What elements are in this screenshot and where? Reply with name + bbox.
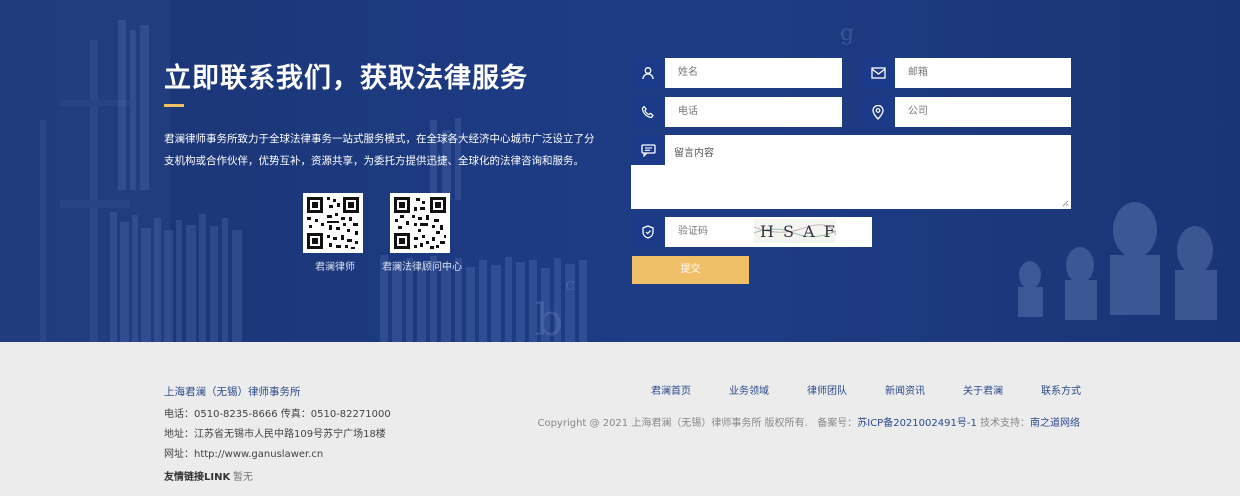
qr-code-legal-center (390, 193, 450, 253)
svg-text:g: g (840, 21, 854, 46)
footer-nav-contact[interactable]: 联系方式 (1041, 382, 1081, 397)
phone-icon (631, 97, 665, 127)
resize-handle-icon[interactable] (1062, 200, 1069, 207)
page-title: 立即联系我们，获取法律服务 (164, 63, 528, 94)
footer-website: 网址：http://www.ganuslawer.cn (164, 449, 324, 460)
shield-icon (631, 217, 665, 247)
captcha-input[interactable]: 验证码 (665, 217, 708, 247)
captcha-text: H S A F (760, 222, 836, 241)
location-icon (861, 97, 895, 127)
name-field[interactable]: 姓名 (631, 58, 842, 88)
support-link[interactable]: 南之道网络 (1030, 418, 1080, 429)
message-textarea[interactable]: 留言内容 (665, 135, 714, 209)
footer-nav-about[interactable]: 关于君澜 (963, 382, 1003, 397)
captcha-image[interactable]: H S A F (754, 219, 836, 243)
copyright-line: Copyright @ 2021 上海君澜（无锡）律师事务所 版权所有. 备案号… (537, 414, 1080, 429)
phone-field[interactable]: 电话 (631, 97, 842, 127)
footer-firm-name: 上海君澜（无锡）律师事务所 (164, 386, 301, 398)
phone-input[interactable]: 电话 (665, 97, 698, 127)
mail-icon (861, 58, 895, 88)
footer: 上海君澜（无锡）律师事务所 电话：0510-8235-8666 传真：0510-… (0, 342, 1240, 496)
email-field[interactable]: 邮箱 (861, 58, 1071, 88)
submit-button[interactable]: 提交 (632, 256, 749, 284)
support-label: 技术支持： (980, 418, 1030, 429)
footer-nav-news[interactable]: 新闻资讯 (885, 382, 925, 397)
qr-code-lawyer (303, 193, 363, 253)
email-input[interactable]: 邮箱 (895, 58, 928, 88)
company-field[interactable]: 公司 (861, 97, 1071, 127)
name-input[interactable]: 姓名 (665, 58, 698, 88)
icp-link[interactable]: 苏ICP备2021002491号-1 (857, 418, 977, 429)
svg-text:b: b (535, 295, 563, 342)
message-icon (631, 135, 665, 165)
svg-text:c: c (565, 274, 575, 295)
icp-label: 备案号： (817, 418, 858, 429)
footer-address: 地址：江苏省无锡市人民中路109号苏宁广场18楼 (164, 429, 386, 440)
title-underline (164, 104, 184, 107)
company-input[interactable]: 公司 (895, 97, 928, 127)
message-field[interactable]: 留言内容 (631, 135, 1071, 209)
footer-nav-lawyer-team[interactable]: 律师团队 (807, 382, 847, 397)
footer-nav-home[interactable]: 君澜首页 (651, 382, 691, 397)
footer-nav-practice-areas[interactable]: 业务领域 (729, 382, 769, 397)
user-icon (631, 58, 665, 88)
copyright-text: Copyright @ 2021 上海君澜（无锡）律师事务所 版权所有. (537, 418, 808, 429)
qr-label-legal-center: 君澜法律顾问中心 (382, 262, 462, 273)
friend-links-title: 友情链接LINK (164, 472, 231, 483)
qr-label-lawyer: 君澜律师 (315, 262, 355, 273)
footer-phone: 电话：0510-8235-8666 传真：0510-82271000 (164, 409, 391, 420)
contact-section: b g c 立即联系我们，获取法律服务 君澜律师事务所致力于全球法律事务一站式服… (0, 0, 1240, 342)
firm-description: 君澜律师事务所致力于全球法律事务一站式服务模式，在全球各大经济中心城市广泛设立了… (164, 133, 595, 167)
friend-links-empty: 暂无 (233, 472, 253, 483)
